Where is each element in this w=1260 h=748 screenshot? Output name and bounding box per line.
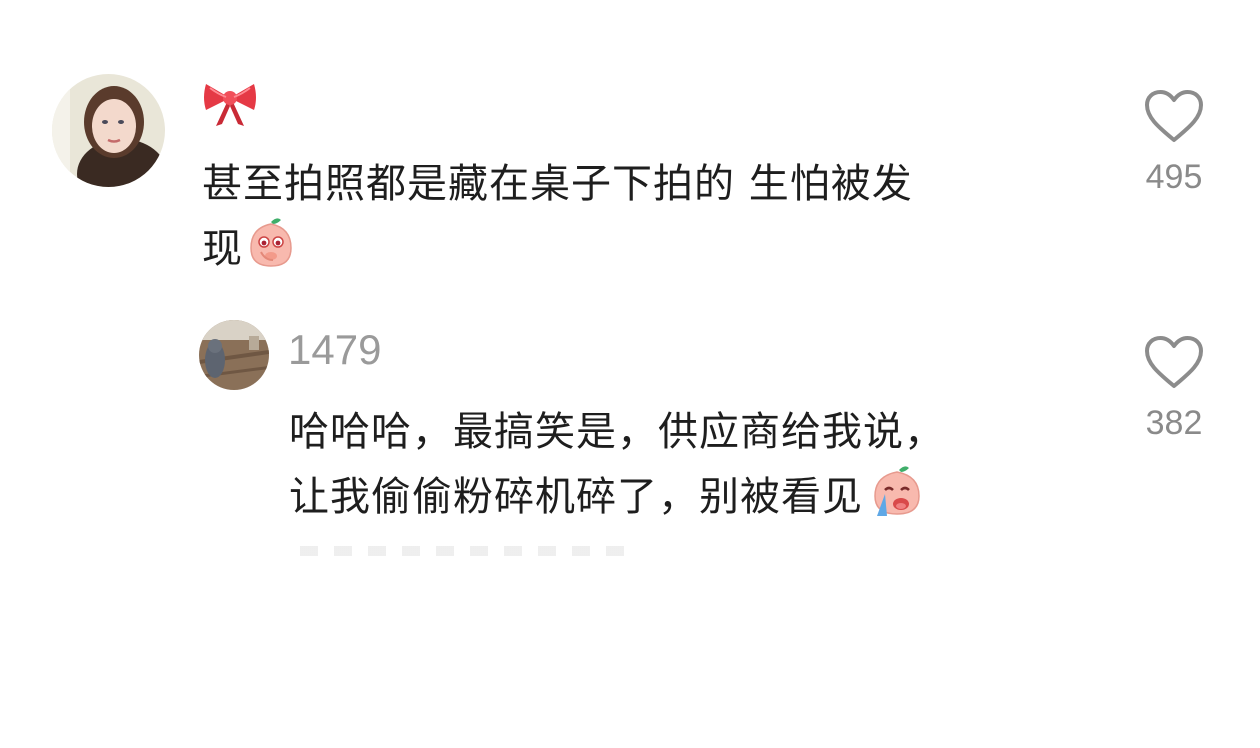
like-control[interactable]: 382 bbox=[1134, 334, 1214, 443]
comment-text-line-content: 现 bbox=[202, 226, 243, 272]
like-count: 382 bbox=[1145, 404, 1203, 442]
comment-text-line: 甚至拍照都是藏在桌子下拍的 生怕被发 bbox=[202, 161, 913, 207]
comment-text-line: 哈哈哈，最搞笑是，供应商给我说， bbox=[289, 409, 945, 455]
username[interactable]: 1479 bbox=[288, 322, 381, 378]
comment-text: 哈哈哈，最搞笑是，供应商给我说， 让我偷偷粉碎机碎了，别被看见 bbox=[289, 400, 1109, 537]
reply-item: 1479 哈哈哈，最搞笑是，供应商给我说， 让我偷偷粉碎机碎了，别被看见 382 bbox=[0, 300, 1260, 580]
peach-shy-emoji-icon bbox=[247, 216, 295, 289]
avatar[interactable] bbox=[52, 74, 165, 187]
like-count: 495 bbox=[1145, 158, 1203, 196]
heart-icon[interactable] bbox=[1143, 334, 1205, 390]
avatar[interactable] bbox=[199, 320, 269, 390]
comment-item: 🎀 甚至拍照都是藏在桌子下拍的 生怕被发 现 bbox=[0, 0, 1260, 300]
username-text: 1479 bbox=[288, 326, 382, 373]
bow-icon bbox=[204, 84, 256, 126]
like-control[interactable]: 495 bbox=[1134, 88, 1214, 197]
comment-text-line-2: 现 bbox=[202, 216, 1102, 289]
comment-text-line-2: 让我偷偷粉碎机碎了，别被看见 bbox=[289, 464, 1109, 537]
faded-content-strip bbox=[300, 546, 630, 556]
username[interactable]: 🎀 bbox=[200, 74, 270, 130]
comment-text-line-content: 让我偷偷粉碎机碎了，别被看见 bbox=[289, 474, 863, 520]
peach-crying-emoji-icon bbox=[867, 464, 925, 537]
comment-text: 甚至拍照都是藏在桌子下拍的 生怕被发 现 bbox=[202, 152, 1102, 289]
heart-icon[interactable] bbox=[1143, 88, 1205, 144]
